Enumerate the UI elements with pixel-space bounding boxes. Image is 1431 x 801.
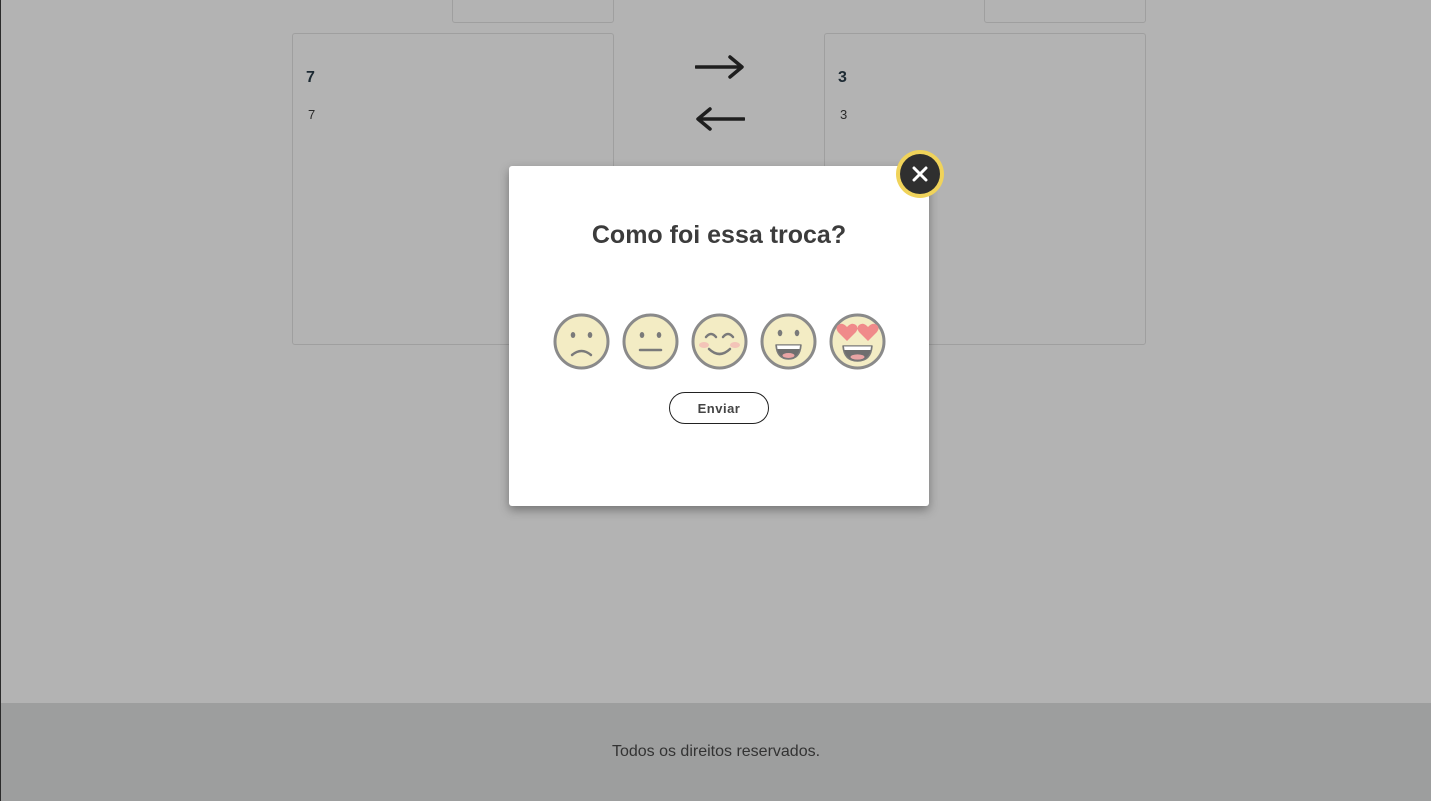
modal-title: Como foi essa troca?: [591, 221, 847, 249]
heart-eyes-face-icon[interactable]: [829, 313, 886, 370]
arrow-right-icon: [695, 55, 744, 79]
card-title: 7: [306, 69, 315, 86]
arrow-left-icon: [696, 107, 745, 131]
card-description: 3: [840, 107, 848, 122]
close-icon-glyph: [912, 166, 928, 182]
smiling-face-icon[interactable]: [691, 313, 748, 370]
sad-face-icon[interactable]: [553, 313, 610, 370]
footer: Todos os direitos reservados.: [1, 703, 1431, 801]
send-button[interactable]: Enviar: [669, 392, 769, 424]
close-button[interactable]: [896, 150, 944, 198]
top-card-left: [452, 0, 614, 23]
close-icon: [900, 154, 940, 194]
rating-modal: Como foi essa troca? Enviar: [509, 166, 929, 506]
top-card-right: [984, 0, 1146, 23]
rating-options: [553, 313, 886, 370]
footer-text: Todos os direitos reservados.: [611, 743, 821, 760]
grinning-face-icon[interactable]: [760, 313, 817, 370]
card-title: 3: [838, 69, 847, 86]
neutral-face-icon[interactable]: [622, 313, 679, 370]
card-description: 7: [308, 107, 316, 122]
